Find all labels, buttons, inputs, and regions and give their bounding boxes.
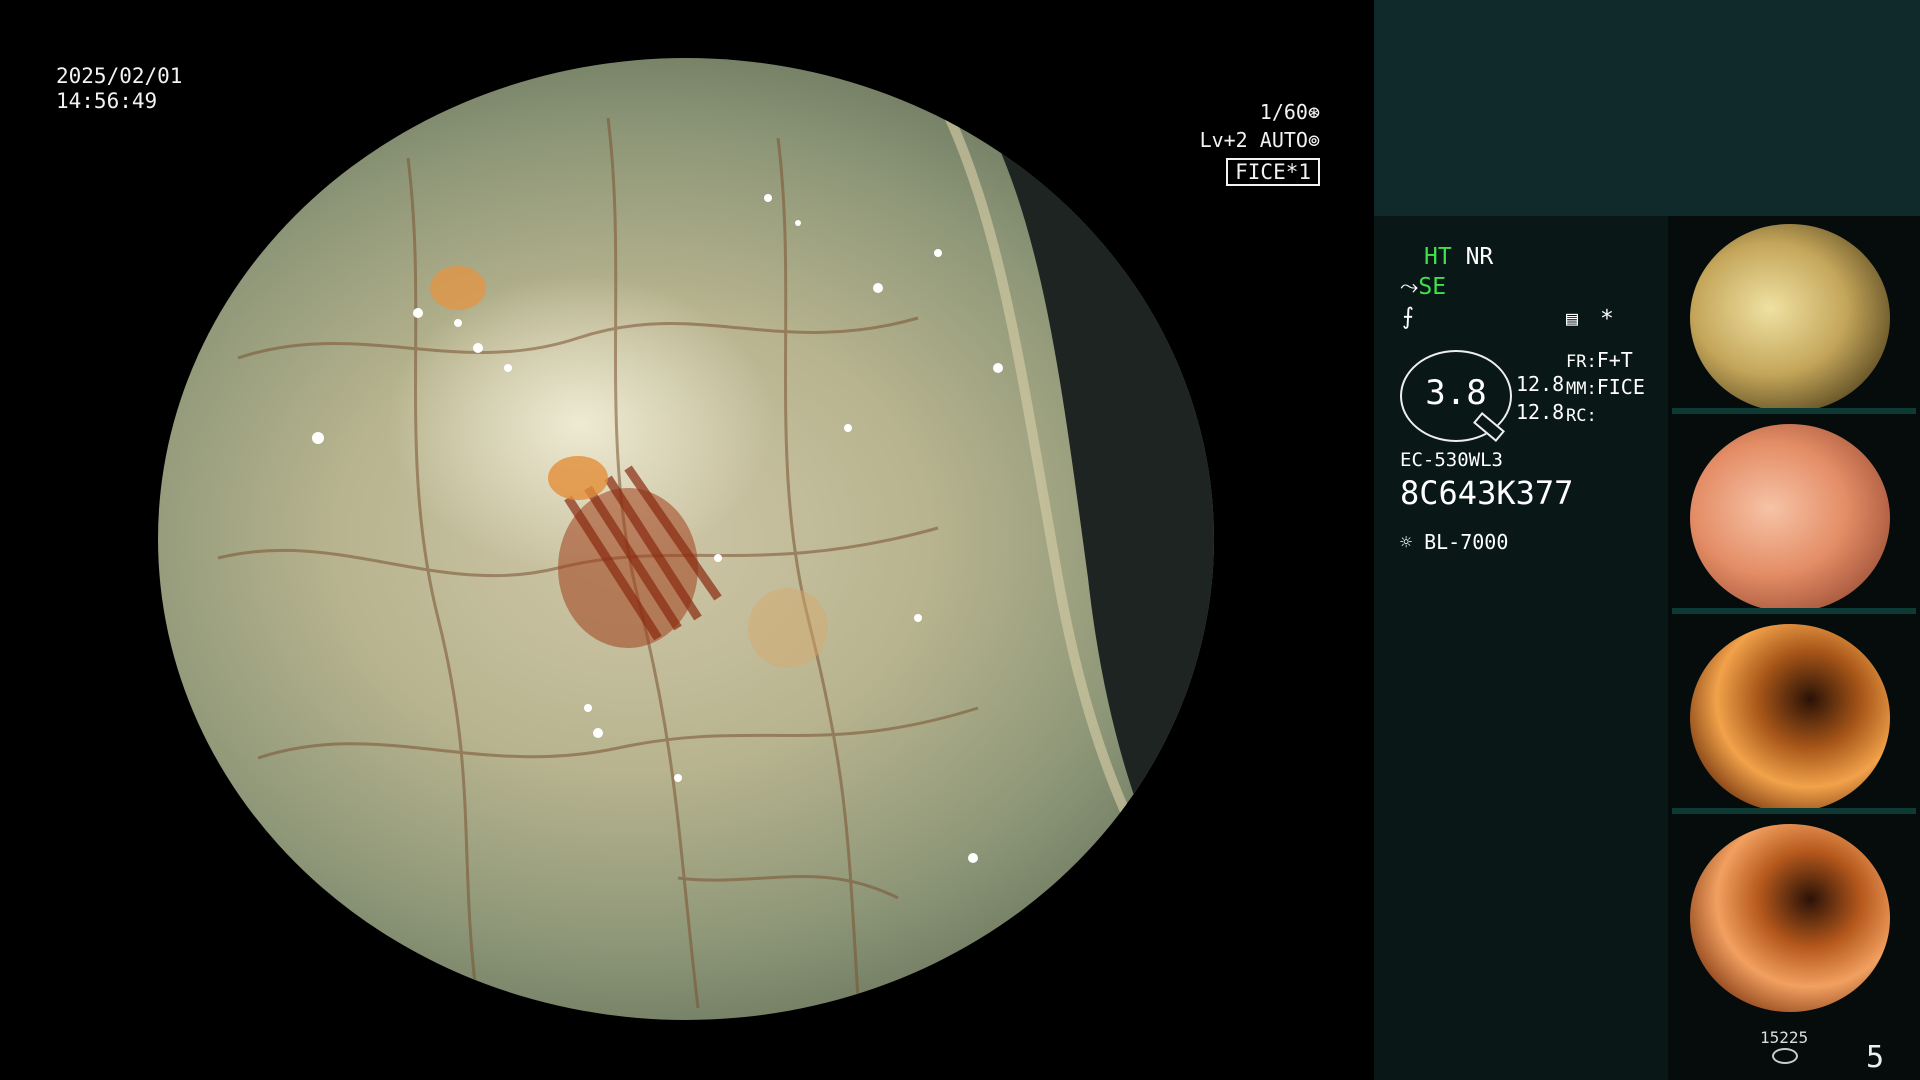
shutter-speed: 1/60 <box>1259 100 1308 124</box>
shutter-row: 1/60⊛ <box>1200 98 1320 126</box>
mode-row: Lv+2 AUTO⊚ <box>1200 126 1320 154</box>
mm-row: MM:FICE <box>1566 375 1645 402</box>
rc-row: RC: <box>1566 402 1645 429</box>
mm-value: FICE <box>1596 375 1645 399</box>
thumbnail-1[interactable] <box>1672 218 1916 414</box>
mucosa-image <box>217 58 1214 1009</box>
mm-label: MM: <box>1566 379 1597 399</box>
ht-label: HT <box>1424 244 1452 270</box>
asterisk-mark: * <box>1600 306 1614 332</box>
thumbnail-bar <box>1672 808 1916 814</box>
thumbnail-3[interactable] <box>1672 618 1916 814</box>
readout-2: 12.8 <box>1516 400 1565 424</box>
iris-icon: ⊚ <box>1307 128 1320 152</box>
thumbnail-bar <box>1672 408 1916 414</box>
fice-badge: FICE*1 <box>1226 158 1320 186</box>
page-number: 5 <box>1866 1040 1885 1075</box>
endoscope-view <box>158 58 1214 1020</box>
level-text: Lv+2 <box>1199 128 1248 152</box>
scope-model: EC-530WL3 <box>1400 449 1503 471</box>
date-text: 2025/02/01 <box>56 64 183 88</box>
thumbnail-image <box>1690 424 1890 612</box>
mode-readouts: FR:F+T MM:FICE RC: <box>1566 348 1645 429</box>
ht-nr-row: HT NR <box>1424 244 1493 270</box>
sharpness-icon: ⤳ <box>1400 274 1419 300</box>
mode-text: AUTO <box>1259 128 1308 152</box>
rc-label: RC: <box>1566 406 1597 426</box>
memo-icon: ▤ <box>1566 306 1579 330</box>
nr-label: NR <box>1465 244 1494 270</box>
thumbnail-bar <box>1672 608 1916 614</box>
thumbnail-image <box>1690 824 1890 1012</box>
thumbnail-4[interactable] <box>1672 818 1916 1014</box>
thumbnail-image <box>1690 624 1890 812</box>
fr-row: FR:F+T <box>1566 348 1645 375</box>
scope-info-panel <box>1374 216 1668 1080</box>
light-source-icon: ☼ <box>1400 530 1413 554</box>
gauge-value: 3.8 <box>1425 373 1487 413</box>
datetime-display: 2025/02/01 14:56:49 <box>56 64 182 114</box>
storage-icon <box>1772 1048 1798 1064</box>
light-source-row: ☼ BL-7000 <box>1400 530 1508 554</box>
se-row: ⤳SE <box>1400 274 1446 300</box>
fr-label: FR: <box>1566 352 1597 372</box>
readout-1: 12.8 <box>1516 372 1565 396</box>
top-info-panel <box>1374 0 1920 216</box>
fr-value: F+T <box>1596 348 1633 372</box>
shutter-icon: ⊛ <box>1307 100 1320 124</box>
thumbnail-image <box>1690 224 1890 412</box>
thumbnail-2[interactable] <box>1672 418 1916 614</box>
status-overlay: 1/60⊛ Lv+2 AUTO⊚ FICE*1 <box>1200 98 1320 186</box>
readouts: 12.8 12.8 <box>1516 370 1564 426</box>
lumen-shadow <box>948 58 1214 958</box>
se-label: SE <box>1418 274 1447 300</box>
light-source-text: BL-7000 <box>1424 530 1509 554</box>
tone-curve-icon: ⨍ <box>1402 304 1414 330</box>
scope-serial: 8C643K377 <box>1400 474 1574 512</box>
time-text: 14:56:49 <box>56 89 158 113</box>
image-counter: 15225 <box>1760 1028 1809 1047</box>
